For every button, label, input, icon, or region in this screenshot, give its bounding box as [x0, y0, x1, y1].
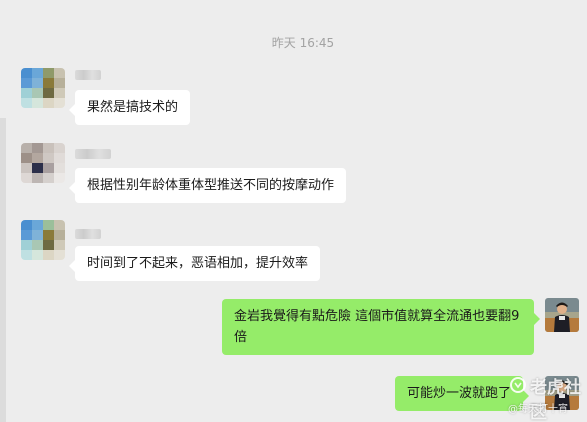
- sender-name: [75, 229, 101, 239]
- scroll-edge: [0, 118, 6, 422]
- self-avatar[interactable]: [545, 298, 579, 332]
- message-bubble[interactable]: 可能炒一波就跑了: [395, 376, 530, 411]
- message-bubble[interactable]: 根据性别年龄体重体型推送不同的按摩动作: [68, 168, 347, 203]
- sender-avatar[interactable]: [21, 143, 65, 183]
- time-divider: 昨天 16:45: [271, 36, 335, 50]
- tiger-logo-icon: [510, 377, 526, 393]
- message-text: 果然是搞技术的: [87, 100, 179, 115]
- message-text: 根据性别年龄体重体型推送不同的按摩动作: [87, 178, 335, 193]
- message-text: 时间到了不起来，恶语相加，提升效率: [87, 256, 309, 271]
- sender-name: [75, 70, 101, 80]
- profile-photo-icon: [545, 298, 579, 332]
- sender-name: [75, 149, 111, 159]
- sender-avatar[interactable]: [21, 68, 65, 108]
- sender-avatar[interactable]: [21, 220, 65, 260]
- message-bubble[interactable]: 金岩我覺得有點危險 這個市值就算全流通也要翻9倍: [222, 299, 540, 355]
- chat-window: 昨天 16:45 果然是搞技术的 根据性别年龄体重体型推送不同的按摩动作 时间到…: [0, 0, 587, 422]
- message-bubble[interactable]: 果然是搞技术的: [68, 90, 191, 125]
- message-text: 可能炒一波就跑了: [407, 386, 512, 401]
- message-text: 金岩我覺得有點危險 這個市值就算全流通也要翻9倍: [234, 309, 520, 345]
- watermark-handle: @每天打十宵: [508, 404, 568, 415]
- message-bubble[interactable]: 时间到了不起来，恶语相加，提升效率: [68, 246, 321, 281]
